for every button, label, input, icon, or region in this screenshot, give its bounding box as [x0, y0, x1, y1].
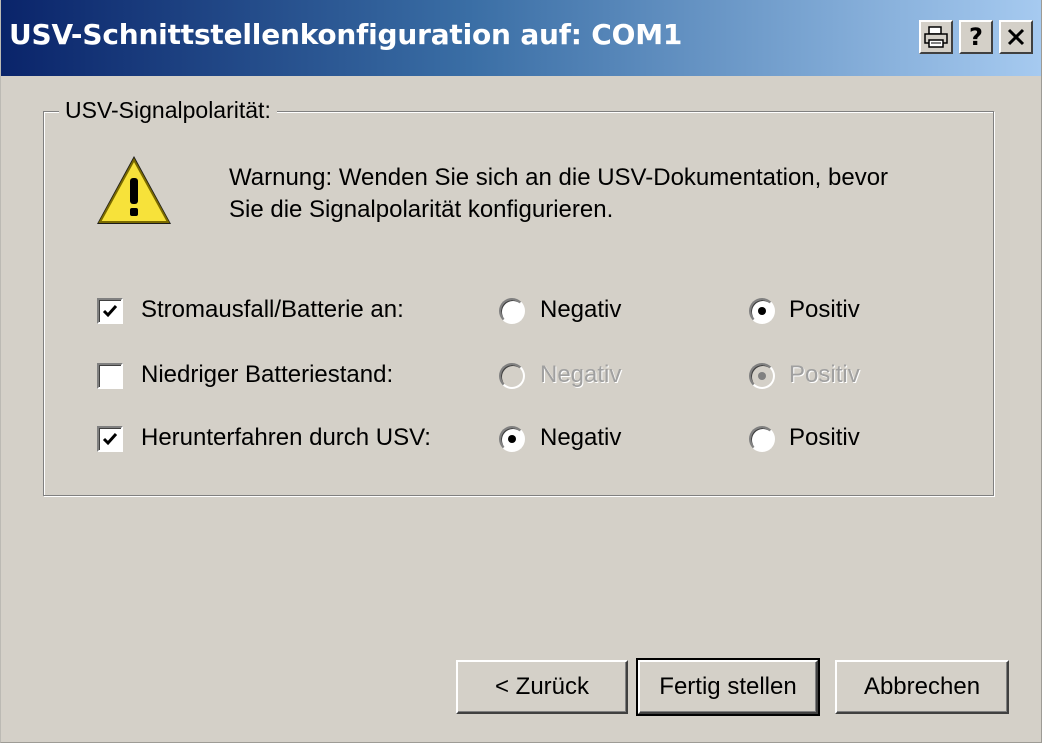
shutdown-checkbox[interactable]	[97, 426, 123, 452]
power-failure-positive-label[interactable]: Positiv	[789, 296, 860, 324]
shutdown-positive-label[interactable]: Positiv	[789, 424, 860, 452]
warning-text: Warnung: Wenden Sie sich an die USV-Doku…	[229, 162, 969, 226]
shutdown-negative-label[interactable]: Negativ	[540, 424, 621, 452]
power-failure-label: Stromausfall/Batterie an:	[141, 296, 404, 323]
power-failure-negative-label[interactable]: Negativ	[540, 296, 621, 324]
shutdown-positive-radio[interactable]	[749, 426, 775, 452]
help-button[interactable]: ?	[959, 20, 993, 54]
warning-line-1: Warnung: Wenden Sie sich an die USV-Doku…	[229, 164, 889, 191]
window-title: USV-Schnittstellenkonfiguration auf: COM…	[9, 18, 683, 51]
signal-row-low-battery: Niedriger Batteriestand: Negativ Positiv	[1, 357, 1042, 397]
low-battery-negative-radio	[499, 363, 525, 389]
print-icon[interactable]	[919, 20, 953, 54]
low-battery-checkbox[interactable]	[97, 363, 123, 389]
low-battery-negative-label: Negativ	[540, 361, 622, 388]
shutdown-negative-radio[interactable]	[499, 426, 525, 452]
low-battery-positive-radio	[749, 363, 775, 389]
low-battery-positive-label: Positiv	[789, 361, 860, 388]
check-icon	[102, 433, 118, 446]
title-bar[interactable]: USV-Schnittstellenkonfiguration auf: COM…	[1, 0, 1041, 76]
power-failure-negative-radio[interactable]	[499, 298, 525, 324]
signal-row-power-failure: Stromausfall/Batterie an: Negativ Positi…	[1, 292, 1042, 332]
low-battery-label: Niedriger Batteriestand:	[141, 361, 394, 388]
back-button[interactable]: < Zurück	[456, 660, 628, 714]
warning-icon	[97, 156, 171, 224]
power-failure-checkbox[interactable]	[97, 298, 123, 324]
shutdown-label: Herunterfahren durch USV:	[141, 424, 431, 451]
group-label: USV-Signalpolarität:	[59, 97, 277, 124]
check-icon	[102, 305, 118, 318]
close-button[interactable]	[999, 20, 1033, 54]
signal-row-shutdown: Herunterfahren durch USV: Negativ Positi…	[1, 420, 1042, 460]
warning-line-2: Sie die Signalpolarität konfigurieren.	[229, 196, 614, 223]
cancel-button[interactable]: Abbrechen	[835, 660, 1009, 714]
finish-button[interactable]: Fertig stellen	[636, 658, 820, 716]
dialog-window: USV-Schnittstellenkonfiguration auf: COM…	[0, 0, 1042, 743]
close-icon	[1007, 28, 1025, 46]
power-failure-positive-radio[interactable]	[749, 298, 775, 324]
